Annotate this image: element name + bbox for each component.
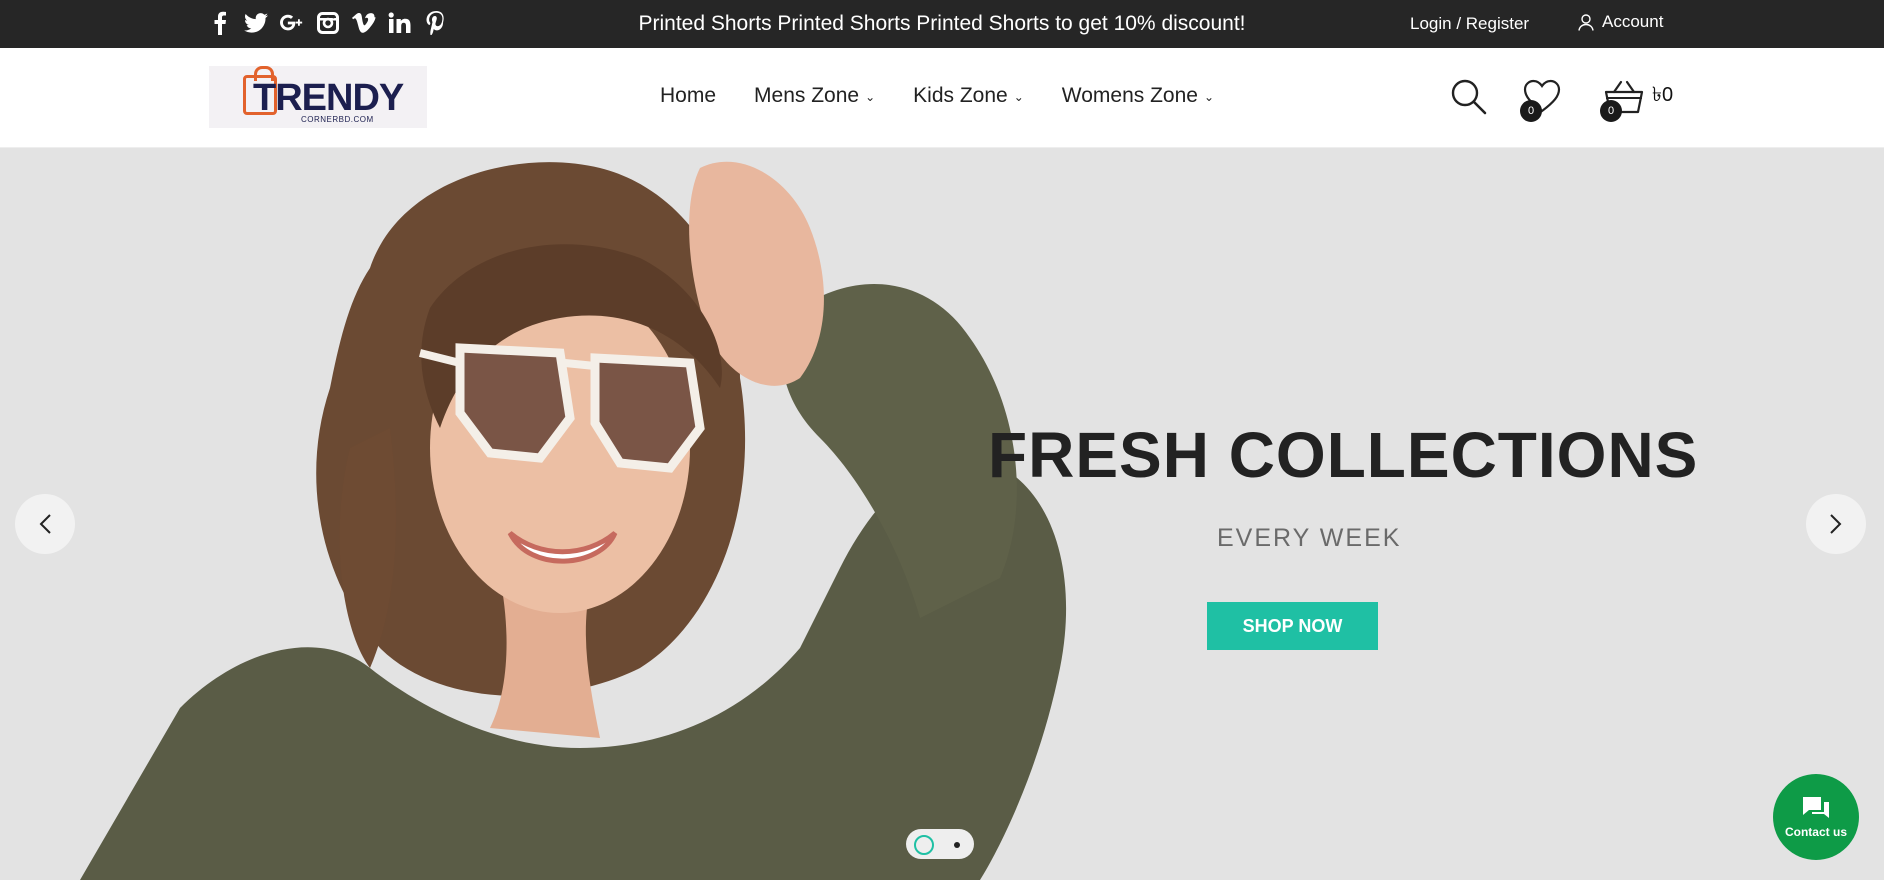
nav-womens-zone[interactable]: Womens Zone ⌄: [1062, 84, 1214, 108]
hero-model-image: [80, 161, 1067, 880]
hero-slider: FRESH COLLECTIONS EVERY WEEK SHOP NOW: [0, 148, 1884, 880]
cart-count-badge: 0: [1600, 100, 1622, 122]
logo-text: TRENDY: [253, 77, 404, 119]
chevron-down-icon: ⌄: [1013, 90, 1024, 104]
contact-us-label: Contact us: [1784, 825, 1847, 839]
nav-label: Home: [660, 84, 717, 107]
chat-bubbles-icon: [1803, 797, 1829, 818]
instagram-icon[interactable]: [316, 10, 340, 36]
nav-home[interactable]: Home: [660, 84, 716, 108]
contact-us-button[interactable]: Contact us: [1773, 774, 1859, 860]
cart-total: ৳0: [1652, 84, 1674, 106]
account-label: Account: [1602, 12, 1664, 31]
wishlist-count-badge: 0: [1520, 100, 1542, 122]
hero-headline: FRESH COLLECTIONS: [988, 419, 1699, 491]
nav-label: Mens Zone: [754, 84, 860, 107]
twitter-icon[interactable]: [244, 10, 268, 36]
slide-dot[interactable]: [954, 842, 960, 848]
chevron-down-icon: ⌄: [1203, 90, 1215, 104]
wishlist-button[interactable]: 0: [1520, 78, 1566, 122]
nav-mens-zone[interactable]: Mens Zone ⌄: [754, 84, 875, 108]
nav-label: Womens Zone: [1061, 84, 1198, 107]
vimeo-icon[interactable]: [352, 10, 376, 36]
slide-dot-active[interactable]: [914, 835, 934, 855]
main-nav: Home Mens Zone ⌄ Kids Zone ⌄ Womens Zone…: [660, 84, 1214, 108]
slider-next-button[interactable]: [1806, 494, 1866, 554]
top-bar: Printed Shorts Printed Shorts Printed Sh…: [0, 0, 1884, 48]
logo-mark: TRENDY CORNERBD.COM: [243, 66, 404, 125]
chevron-down-icon: ⌄: [865, 90, 876, 104]
search-icon[interactable]: [1450, 78, 1488, 116]
social-links: [208, 10, 448, 36]
login-register-link[interactable]: Login / Register: [1410, 14, 1529, 34]
pinterest-icon[interactable]: [424, 10, 448, 36]
hero-subheadline: EVERY WEEK: [1217, 524, 1402, 552]
slider-pagination: [906, 829, 974, 859]
linkedin-icon[interactable]: [388, 10, 412, 36]
account-link[interactable]: Account: [1578, 12, 1663, 32]
facebook-icon[interactable]: [208, 10, 232, 36]
slider-prev-button[interactable]: [15, 494, 75, 554]
google-plus-icon[interactable]: [280, 10, 304, 36]
chevron-left-icon: [39, 514, 51, 534]
site-logo[interactable]: TRENDY CORNERBD.COM: [209, 66, 427, 128]
main-header: TRENDY CORNERBD.COM Home Mens Zone ⌄ Kid…: [0, 48, 1884, 148]
nav-label: Kids Zone: [913, 84, 1008, 107]
cart-button[interactable]: 0: [1600, 78, 1646, 122]
nav-kids-zone[interactable]: Kids Zone ⌄: [913, 84, 1024, 108]
logo-subtext: CORNERBD.COM: [301, 115, 374, 124]
promo-text: Printed Shorts Printed Shorts Printed Sh…: [638, 12, 1246, 35]
user-icon: [1578, 13, 1594, 31]
shop-now-button[interactable]: SHOP NOW: [1207, 602, 1378, 650]
header-icons: 0 0 ৳0: [1450, 78, 1690, 128]
chevron-right-icon: [1830, 514, 1842, 534]
